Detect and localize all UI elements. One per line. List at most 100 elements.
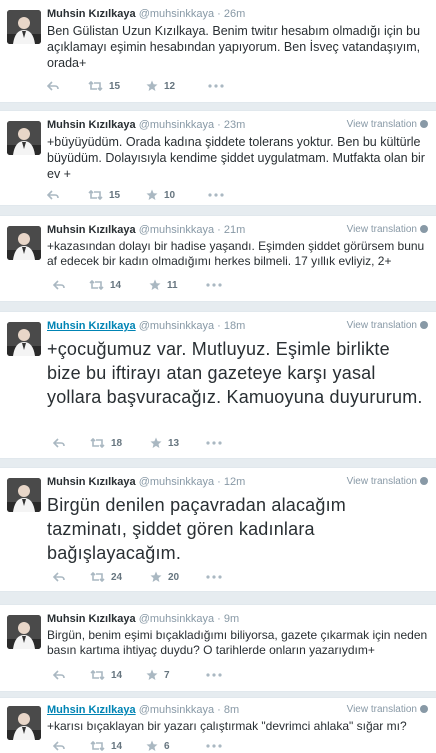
user-fullname[interactable]: Muhsin Kızılkaya: [47, 224, 136, 236]
tweet-text: Ben Gülistan Uzun Kızılkaya. Benim twitı…: [47, 24, 421, 70]
user-fullname[interactable]: Muhsin Kızılkaya: [47, 476, 136, 488]
tweet: Muhsin Kızılkaya @muhsinkkaya · 26m Ben …: [0, 0, 436, 103]
avatar[interactable]: [7, 615, 41, 649]
favorite-button[interactable]: 7: [146, 668, 170, 682]
star-icon: [146, 669, 158, 680]
more-options-button[interactable]: [208, 79, 224, 93]
reply-icon: [53, 572, 65, 582]
retweet-button[interactable]: 18: [90, 436, 122, 450]
view-translation-link[interactable]: View translation: [347, 319, 428, 333]
tweet: Muhsin Kızılkaya @muhsinkkaya · 12m View…: [0, 467, 436, 592]
more-options-button[interactable]: [206, 570, 222, 584]
more-options-icon: [206, 283, 222, 287]
avatar[interactable]: [7, 10, 41, 44]
retweet-count: 14: [110, 279, 122, 291]
view-translation-link[interactable]: View translation: [347, 703, 428, 717]
more-options-button[interactable]: [206, 278, 222, 292]
user-username[interactable]: @muhsinkkaya: [139, 704, 214, 716]
retweet-button[interactable]: 24: [90, 570, 122, 584]
tweet-text: Birgün, benim eşimi bıçakladığımı biliyo…: [47, 628, 428, 657]
user-username[interactable]: @muhsinkkaya: [139, 8, 214, 20]
more-options-button[interactable]: [206, 668, 222, 682]
avatar[interactable]: [7, 706, 41, 740]
favorite-button[interactable]: 20: [150, 570, 179, 584]
reply-button[interactable]: [47, 188, 59, 202]
retweet-button[interactable]: 15: [88, 188, 120, 202]
retweet-button[interactable]: 14: [89, 278, 121, 292]
retweet-button[interactable]: 14: [90, 739, 122, 753]
view-translation-label: View translation: [346, 320, 417, 331]
favorite-button[interactable]: 10: [146, 188, 175, 202]
tweet-actions: 24 20: [0, 570, 436, 584]
user-fullname[interactable]: Muhsin Kızılkaya: [47, 613, 136, 625]
more-options-button[interactable]: [208, 188, 224, 202]
favorite-count: 6: [164, 740, 170, 752]
star-icon: [146, 740, 158, 751]
view-translation-link[interactable]: View translation: [347, 223, 428, 237]
user-fullname[interactable]: Muhsin Kızılkaya: [47, 704, 136, 716]
tweet: Muhsin Kızılkaya @muhsinkkaya · 18m View…: [0, 311, 436, 459]
reply-button[interactable]: [53, 739, 65, 753]
avatar[interactable]: [7, 121, 41, 155]
more-options-icon: [206, 575, 222, 579]
star-icon: [146, 189, 158, 200]
star-icon: [150, 437, 162, 448]
reply-button[interactable]: [47, 79, 59, 93]
reply-icon: [53, 741, 65, 751]
retweet-icon: [90, 741, 105, 751]
view-translation-label: View translation: [346, 476, 417, 487]
tweet-timestamp[interactable]: 8m: [224, 704, 239, 716]
favorite-button[interactable]: 13: [150, 436, 179, 450]
view-translation-link[interactable]: View translation: [347, 475, 428, 489]
retweet-button[interactable]: 14: [90, 668, 122, 682]
view-translation-link[interactable]: View translation: [347, 118, 428, 132]
user-username[interactable]: @muhsinkkaya: [139, 119, 214, 131]
tweet-timestamp[interactable]: 21m: [224, 224, 245, 236]
globe-icon: [420, 477, 428, 485]
tweet-text: +büyüyüdüm. Orada kadına şiddete toleran…: [47, 135, 425, 181]
tweet-timestamp[interactable]: 18m: [224, 320, 245, 332]
tweet-timestamp[interactable]: 9m: [224, 613, 239, 625]
tweet: Muhsin Kızılkaya @muhsinkkaya · 21m View…: [0, 215, 436, 302]
tweet-timestamp[interactable]: 12m: [224, 476, 245, 488]
view-translation-label: View translation: [346, 224, 417, 235]
reply-icon: [53, 670, 65, 680]
user-username[interactable]: @muhsinkkaya: [139, 320, 214, 332]
reply-button[interactable]: [53, 668, 65, 682]
user-username[interactable]: @muhsinkkaya: [139, 224, 214, 236]
more-options-icon: [206, 441, 222, 445]
favorite-button[interactable]: 6: [146, 739, 170, 753]
reply-button[interactable]: [53, 570, 65, 584]
user-fullname[interactable]: Muhsin Kızılkaya: [47, 320, 136, 332]
globe-icon: [420, 225, 428, 233]
retweet-icon: [90, 572, 105, 582]
user-username[interactable]: @muhsinkkaya: [139, 613, 214, 625]
reply-button[interactable]: [53, 278, 65, 292]
tweet-timestamp[interactable]: 23m: [224, 119, 245, 131]
tweet-actions: 14 7: [0, 668, 436, 682]
favorite-count: 10: [164, 189, 176, 201]
retweet-icon: [90, 438, 105, 448]
avatar[interactable]: [7, 478, 41, 512]
retweet-count: 24: [111, 571, 123, 583]
retweet-icon: [89, 280, 104, 290]
avatar[interactable]: [7, 322, 41, 356]
retweet-count: 18: [111, 437, 123, 449]
tweet-timestamp[interactable]: 26m: [224, 8, 245, 20]
retweet-count: 14: [111, 669, 123, 681]
more-options-button[interactable]: [206, 739, 222, 753]
reply-button[interactable]: [53, 436, 65, 450]
star-icon: [149, 279, 161, 290]
favorite-button[interactable]: 11: [149, 278, 178, 292]
favorite-button[interactable]: 12: [146, 79, 175, 93]
view-translation-label: View translation: [346, 119, 417, 130]
retweet-button[interactable]: 15: [88, 79, 120, 93]
favorite-count: 13: [168, 437, 180, 449]
favorite-count: 11: [167, 279, 178, 291]
favorite-count: 20: [168, 571, 180, 583]
user-fullname[interactable]: Muhsin Kızılkaya: [47, 119, 136, 131]
user-username[interactable]: @muhsinkkaya: [139, 476, 214, 488]
avatar[interactable]: [7, 226, 41, 260]
more-options-button[interactable]: [206, 436, 222, 450]
user-fullname[interactable]: Muhsin Kızılkaya: [47, 8, 136, 20]
